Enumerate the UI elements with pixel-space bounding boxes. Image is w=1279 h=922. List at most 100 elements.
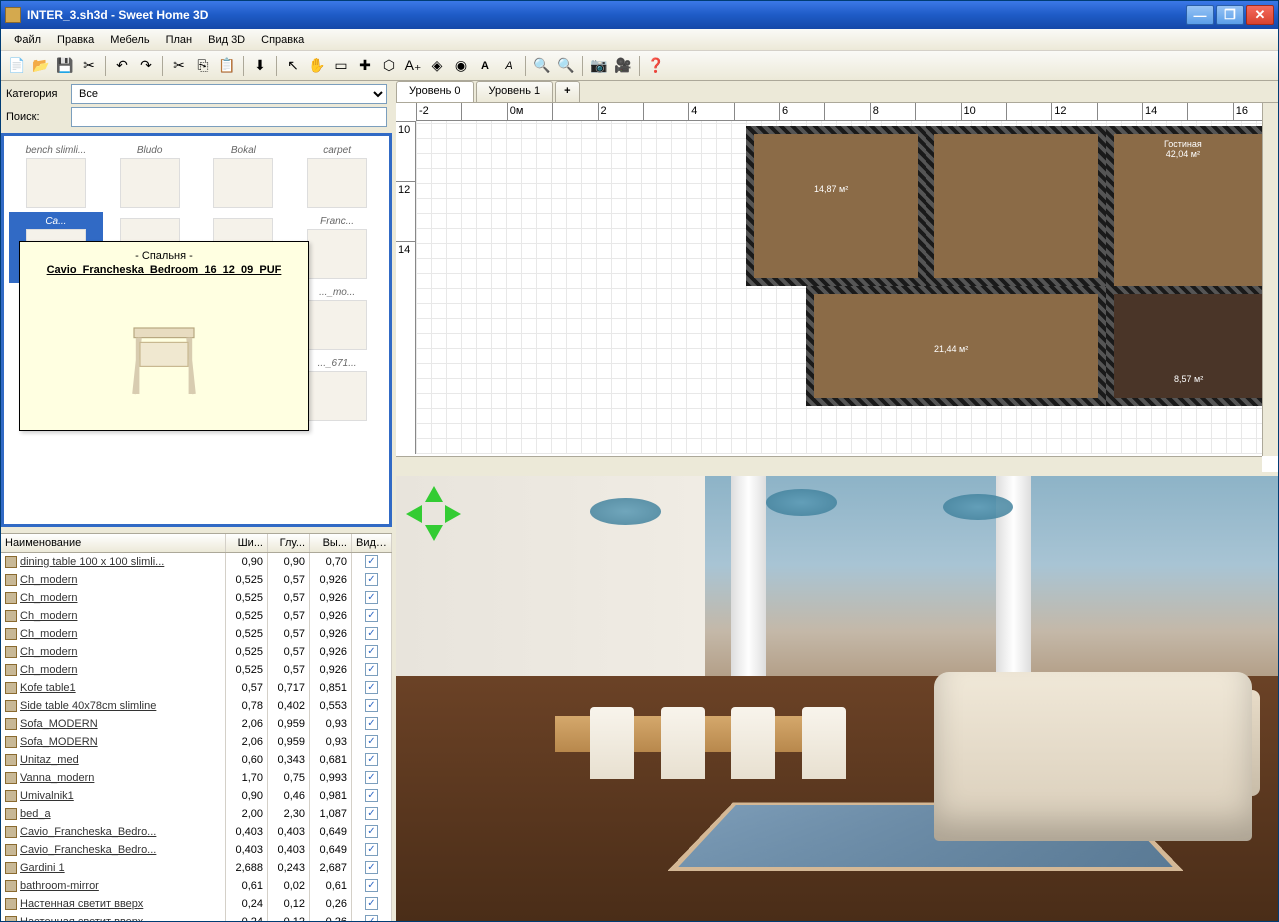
save-icon[interactable]: 💾 — [54, 55, 76, 77]
table-row[interactable]: bathroom-mirror0,610,020,61✓ — [1, 877, 392, 895]
menu-3d[interactable]: Вид 3D — [200, 31, 253, 49]
room-1[interactable]: 14,87 м² — [746, 126, 926, 286]
table-row[interactable]: Cavio_Francheska_Bedro...0,4030,4030,649… — [1, 841, 392, 859]
cell-visible[interactable]: ✓ — [352, 840, 392, 859]
menu-help[interactable]: Справка — [253, 31, 312, 49]
view-3d[interactable] — [396, 476, 1278, 921]
catalog-item[interactable]: Bludo — [103, 141, 197, 212]
room-icon[interactable]: ✚ — [354, 55, 376, 77]
zoom-out-icon[interactable]: 🔍 — [555, 55, 577, 77]
bold-icon[interactable]: A — [474, 55, 496, 77]
table-row[interactable]: Umivalnik10,900,460,981✓ — [1, 787, 392, 805]
cell-visible[interactable]: ✓ — [352, 588, 392, 607]
menu-edit[interactable]: Правка — [49, 31, 102, 49]
table-row[interactable]: Настенная светит вверх0,240,120,26✓ — [1, 895, 392, 913]
nav-up-icon[interactable] — [425, 486, 443, 502]
cell-visible[interactable]: ✓ — [352, 570, 392, 589]
table-row[interactable]: Настенная светит вверх0,240,120,26✓ — [1, 913, 392, 922]
cell-visible[interactable]: ✓ — [352, 804, 392, 823]
text-icon[interactable]: ◈ — [426, 55, 448, 77]
cell-visible[interactable]: ✓ — [352, 696, 392, 715]
col-name[interactable]: Наименование — [1, 534, 226, 552]
copy-icon[interactable]: ⎘ — [192, 55, 214, 77]
table-row[interactable]: Unitaz_med0,600,3430,681✓ — [1, 751, 392, 769]
cell-visible[interactable]: ✓ — [352, 912, 392, 921]
table-row[interactable]: Sofa_MODERN2,060,9590,93✓ — [1, 733, 392, 751]
plan-scrollbar-h[interactable] — [396, 456, 1262, 472]
cell-visible[interactable]: ✓ — [352, 678, 392, 697]
cell-visible[interactable]: ✓ — [352, 894, 392, 913]
table-row[interactable]: Side table 40x78cm slimline0,780,4020,55… — [1, 697, 392, 715]
italic-icon[interactable]: A — [498, 55, 520, 77]
compass-icon[interactable]: ◉ — [450, 55, 472, 77]
cell-visible[interactable]: ✓ — [352, 714, 392, 733]
nav-left-icon[interactable] — [406, 505, 422, 523]
furniture-table[interactable]: Наименование Ши... Глу... Вы... Види... … — [1, 533, 392, 922]
cell-visible[interactable]: ✓ — [352, 642, 392, 661]
cell-visible[interactable]: ✓ — [352, 606, 392, 625]
category-select[interactable]: Все — [71, 84, 387, 104]
menu-plan[interactable]: План — [158, 31, 201, 49]
help-icon[interactable]: ❓ — [645, 55, 667, 77]
tab-level-1[interactable]: Уровень 1 — [476, 81, 554, 102]
polyline-icon[interactable]: ⬡ — [378, 55, 400, 77]
search-input[interactable] — [71, 107, 387, 127]
table-row[interactable]: Ch_modern0,5250,570,926✓ — [1, 571, 392, 589]
col-depth[interactable]: Глу... — [268, 534, 310, 552]
video-icon[interactable]: 🎥 — [612, 55, 634, 77]
nav-right-icon[interactable] — [445, 505, 461, 523]
add-furniture-icon[interactable]: ⬇ — [249, 55, 271, 77]
redo-icon[interactable]: ↷ — [135, 55, 157, 77]
table-row[interactable]: Kofe table10,570,7170,851✓ — [1, 679, 392, 697]
table-row[interactable]: Ch_modern0,5250,570,926✓ — [1, 643, 392, 661]
col-width[interactable]: Ши... — [226, 534, 268, 552]
dimension-icon[interactable]: A₊ — [402, 55, 424, 77]
table-row[interactable]: Ch_modern0,5250,570,926✓ — [1, 607, 392, 625]
plan-scrollbar-v[interactable] — [1262, 103, 1278, 456]
cell-visible[interactable]: ✓ — [352, 786, 392, 805]
menu-file[interactable]: Файл — [6, 31, 49, 49]
table-row[interactable]: Ch_modern0,5250,570,926✓ — [1, 589, 392, 607]
cell-visible[interactable]: ✓ — [352, 876, 392, 895]
maximize-button[interactable]: ❐ — [1216, 5, 1244, 25]
cell-visible[interactable]: ✓ — [352, 552, 392, 571]
table-row[interactable]: Ch_modern0,5250,570,926✓ — [1, 625, 392, 643]
table-row[interactable]: Vanna_modern1,700,750,993✓ — [1, 769, 392, 787]
cell-visible[interactable]: ✓ — [352, 822, 392, 841]
room-3[interactable]: 21,44 м² — [806, 286, 1106, 406]
nav-down-icon[interactable] — [425, 525, 443, 541]
table-row[interactable]: dining table 100 x 100 slimli...0,900,90… — [1, 553, 392, 571]
col-visible[interactable]: Види... — [352, 534, 392, 552]
tab-level-0[interactable]: Уровень 0 — [396, 81, 474, 102]
cut-icon[interactable]: ✂ — [168, 55, 190, 77]
catalog-item[interactable]: bench slimli... — [9, 141, 103, 212]
cell-visible[interactable]: ✓ — [352, 768, 392, 787]
minimize-button[interactable]: — — [1186, 5, 1214, 25]
menu-furniture[interactable]: Мебель — [102, 31, 157, 49]
catalog-item[interactable]: carpet — [290, 141, 384, 212]
photo-icon[interactable]: 📷 — [588, 55, 610, 77]
cell-visible[interactable]: ✓ — [352, 750, 392, 769]
prefs-icon[interactable]: ✂ — [78, 55, 100, 77]
table-row[interactable]: Cavio_Francheska_Bedro...0,4030,4030,649… — [1, 823, 392, 841]
cell-visible[interactable]: ✓ — [352, 660, 392, 679]
table-row[interactable]: Ch_modern0,5250,570,926✓ — [1, 661, 392, 679]
open-icon[interactable]: 📂 — [30, 55, 52, 77]
cell-visible[interactable]: ✓ — [352, 858, 392, 877]
pan-icon[interactable]: ✋ — [306, 55, 328, 77]
undo-icon[interactable]: ↶ — [111, 55, 133, 77]
table-row[interactable]: bed_a2,002,301,087✓ — [1, 805, 392, 823]
col-height[interactable]: Вы... — [310, 534, 352, 552]
room-2[interactable] — [926, 126, 1106, 286]
room-4[interactable]: 8,57 м² — [1106, 286, 1271, 406]
tab-add[interactable]: + — [555, 81, 579, 102]
catalog-item[interactable]: Bokal — [197, 141, 291, 212]
paste-icon[interactable]: 📋 — [216, 55, 238, 77]
plan-view[interactable]: Уровень 0 Уровень 1 + -20м246810121416 1… — [396, 81, 1278, 476]
wall-icon[interactable]: ▭ — [330, 55, 352, 77]
cell-visible[interactable]: ✓ — [352, 624, 392, 643]
select-icon[interactable]: ↖ — [282, 55, 304, 77]
close-button[interactable]: ✕ — [1246, 5, 1274, 25]
table-row[interactable]: Gardini 12,6880,2432,687✓ — [1, 859, 392, 877]
new-icon[interactable]: 📄 — [6, 55, 28, 77]
